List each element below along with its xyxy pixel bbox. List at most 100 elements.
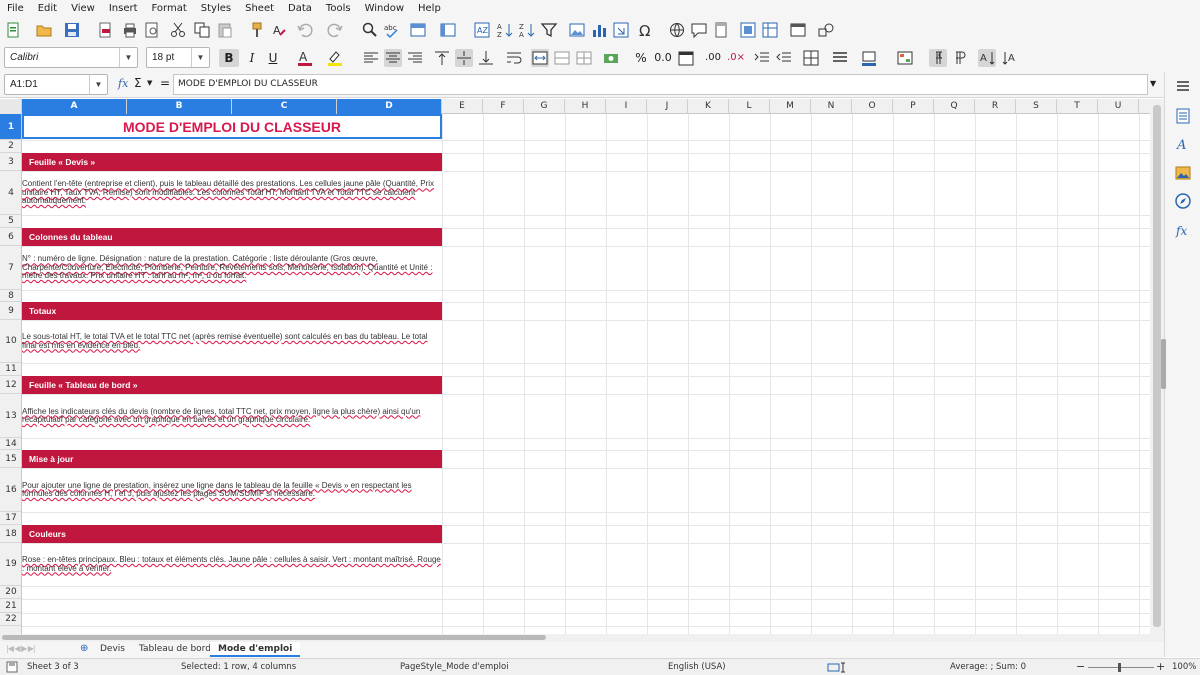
hyperlink-icon[interactable]: [668, 21, 686, 39]
align-bottom-icon[interactable]: [477, 49, 495, 67]
chevron-down-icon[interactable]: ▼: [89, 75, 107, 94]
section-heading[interactable]: Colonnes du tableau: [22, 228, 442, 246]
column-header[interactable]: P: [893, 99, 934, 114]
column-header[interactable]: I: [606, 99, 647, 114]
add-sheet-icon[interactable]: ⊕: [80, 643, 88, 654]
align-center-icon[interactable]: [384, 49, 402, 67]
zoom-level[interactable]: 100%: [1172, 662, 1196, 672]
section-heading[interactable]: Feuille « Devis »: [22, 153, 442, 171]
section-text[interactable]: N° : numéro de ligne. Désignation : natu…: [22, 246, 442, 290]
menu-view[interactable]: View: [64, 0, 102, 17]
selection-mode-icon[interactable]: [827, 662, 847, 673]
add-decimal-icon[interactable]: .00: [703, 49, 723, 67]
borders-icon[interactable]: [802, 49, 820, 67]
chart-icon[interactable]: [590, 21, 608, 39]
delete-decimal-icon[interactable]: .0×: [726, 49, 746, 67]
row-header[interactable]: 20: [0, 586, 21, 599]
row-header[interactable]: 9: [0, 302, 21, 320]
sort-ascending-icon[interactable]: AZ: [496, 21, 514, 39]
spelling-icon[interactable]: abc: [383, 21, 401, 39]
styles-icon[interactable]: A: [1174, 135, 1192, 153]
tab-mode-d-emploi[interactable]: Mode d'emploi: [210, 642, 301, 657]
menu-window[interactable]: Window: [358, 0, 411, 17]
text-vertical-alt-icon[interactable]: A: [1000, 49, 1018, 67]
menu-data[interactable]: Data: [281, 0, 319, 17]
section-text[interactable]: Pour ajouter une ligne de prestation, in…: [22, 468, 442, 512]
row-header[interactable]: 16: [0, 468, 21, 512]
find-replace-icon[interactable]: [361, 21, 379, 39]
sheet-title-cell[interactable]: MODE D'EMPLOI DU CLASSEUR: [22, 114, 442, 139]
column-header[interactable]: S: [1016, 99, 1057, 114]
menu-file[interactable]: File: [0, 0, 31, 17]
vertical-scroll-thumb[interactable]: [1153, 105, 1161, 627]
vertical-scrollbar[interactable]: [1150, 99, 1166, 634]
select-all-corner[interactable]: [0, 99, 22, 114]
row-header[interactable]: 10: [0, 320, 21, 363]
autofilter-icon[interactable]: [540, 21, 558, 39]
column-header[interactable]: D: [337, 99, 442, 114]
row-header[interactable]: 5: [0, 215, 21, 228]
row-header[interactable]: 8: [0, 290, 21, 302]
row-header[interactable]: 6: [0, 228, 21, 246]
align-left-icon[interactable]: [362, 49, 380, 67]
border-style-icon[interactable]: [831, 49, 849, 67]
properties-icon[interactable]: [1174, 107, 1192, 125]
save-icon[interactable]: [63, 21, 81, 39]
column-header[interactable]: R: [975, 99, 1016, 114]
column-header[interactable]: H: [565, 99, 606, 114]
conditional-format-icon[interactable]: [896, 49, 914, 67]
merge-center-icon[interactable]: [531, 49, 549, 67]
clone-formatting-icon[interactable]: [248, 21, 266, 39]
clear-formatting-icon[interactable]: A: [270, 21, 288, 39]
row-header[interactable]: 15: [0, 450, 21, 468]
navigator-icon[interactable]: [1174, 192, 1192, 210]
header-footer-icon[interactable]: [712, 21, 730, 39]
row-header[interactable]: 19: [0, 543, 21, 586]
number-format-icon[interactable]: 0.0: [653, 49, 673, 67]
formula-icon[interactable]: =: [160, 76, 170, 90]
menu-insert[interactable]: Insert: [102, 0, 145, 17]
italic-button[interactable]: I: [243, 49, 261, 67]
pivot-table-icon[interactable]: [612, 21, 630, 39]
column-header[interactable]: E: [442, 99, 483, 114]
section-heading[interactable]: Couleurs: [22, 525, 442, 543]
align-right-icon[interactable]: [406, 49, 424, 67]
horizontal-scrollbar[interactable]: [0, 634, 1164, 642]
split-window-icon[interactable]: [789, 21, 807, 39]
increase-indent-icon[interactable]: [753, 49, 771, 67]
sum-icon[interactable]: Σ: [134, 76, 142, 90]
sort-descending-icon[interactable]: ZA: [518, 21, 536, 39]
print-preview-icon[interactable]: [143, 21, 161, 39]
row-header[interactable]: 18: [0, 525, 21, 543]
row-header[interactable]: 11: [0, 363, 21, 376]
paste-icon[interactable]: [216, 21, 234, 39]
undo-icon[interactable]: [296, 21, 314, 39]
menu-format[interactable]: Format: [145, 0, 194, 17]
font-name-box[interactable]: Calibri ▼: [4, 47, 138, 68]
row-header[interactable]: 1: [0, 114, 21, 140]
wrap-text-icon[interactable]: [505, 49, 523, 67]
font-color-icon[interactable]: A: [296, 49, 314, 67]
column-header[interactable]: J: [647, 99, 688, 114]
print-icon[interactable]: [121, 21, 139, 39]
row-header[interactable]: 2: [0, 140, 21, 153]
cut-icon[interactable]: [169, 21, 187, 39]
text-vertical-icon[interactable]: A: [978, 49, 996, 67]
define-print-area-icon[interactable]: [739, 21, 757, 39]
section-heading[interactable]: Mise à jour: [22, 450, 442, 468]
row-icon[interactable]: [409, 21, 427, 39]
font-size-box[interactable]: 18 pt ▼: [146, 47, 210, 68]
text-direction-ltr-icon[interactable]: [929, 49, 947, 67]
image-icon[interactable]: [568, 21, 586, 39]
column-icon[interactable]: [439, 21, 457, 39]
expand-formula-icon[interactable]: ▼: [1150, 79, 1156, 88]
gallery-icon[interactable]: [1174, 164, 1192, 182]
align-top-icon[interactable]: [433, 49, 451, 67]
merge-cells-icon[interactable]: [553, 49, 571, 67]
menu-sheet[interactable]: Sheet: [238, 0, 281, 17]
menu-help[interactable]: Help: [411, 0, 448, 17]
border-color-icon[interactable]: [860, 49, 878, 67]
menu-icon[interactable]: [1174, 77, 1192, 95]
special-character-icon[interactable]: Ω: [637, 21, 655, 39]
section-heading[interactable]: Feuille « Tableau de bord »: [22, 376, 442, 394]
